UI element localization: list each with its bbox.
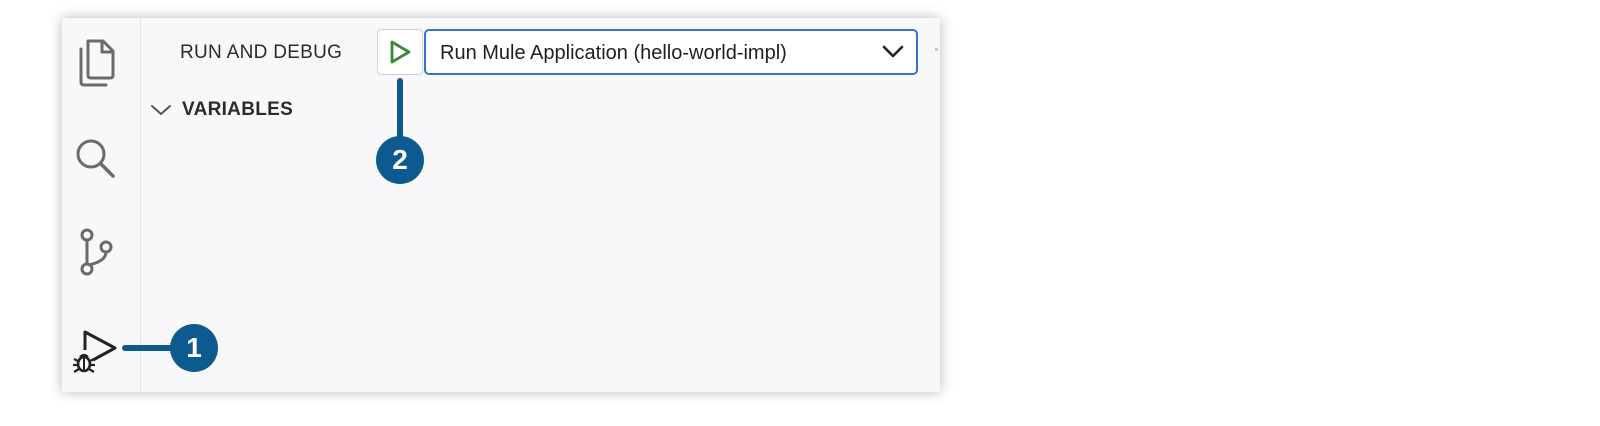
vscode-window: RUN AND DEBUG Run Mule Application (hell… (62, 18, 940, 392)
more-actions-icon[interactable] (935, 48, 938, 51)
chevron-down-icon (882, 45, 904, 58)
callout-badge-2: 2 (376, 136, 424, 184)
callout-badge-1: 1 (170, 324, 218, 372)
run-and-debug-icon[interactable] (70, 324, 120, 378)
launch-configuration-value: Run Mule Application (hello-world-impl) (440, 42, 787, 64)
start-debugging-button[interactable] (377, 29, 423, 75)
source-control-icon[interactable] (70, 226, 120, 280)
search-icon[interactable] (70, 131, 120, 185)
variables-section-header[interactable]: VARIABLES (150, 96, 293, 124)
launch-configuration-select[interactable]: Run Mule Application (hello-world-impl) (424, 29, 918, 75)
run-and-debug-panel: RUN AND DEBUG Run Mule Application (hell… (141, 18, 940, 392)
chevron-down-icon (151, 105, 171, 115)
section-title: VARIABLES (182, 99, 294, 120)
activity-bar (62, 18, 141, 392)
panel-title: RUN AND DEBUG (180, 42, 343, 63)
play-icon (390, 40, 411, 64)
explorer-icon[interactable] (70, 36, 120, 90)
